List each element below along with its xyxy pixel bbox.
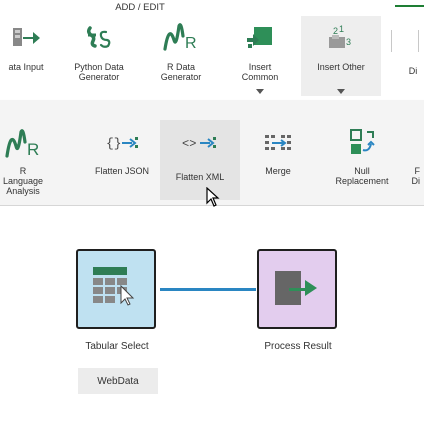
process-result-node[interactable] — [257, 249, 337, 329]
r-icon: R — [146, 22, 216, 52]
svg-text:R: R — [185, 35, 197, 52]
tabular-select-node[interactable] — [76, 249, 156, 329]
svg-text:R: R — [27, 140, 39, 159]
insert-other-label: Insert Other — [317, 62, 365, 72]
json-icon: {} — [86, 128, 158, 158]
di-button[interactable]: Di — [402, 16, 424, 96]
di-label: Di — [408, 66, 418, 76]
flatten-json-label: Flatten JSON — [94, 166, 150, 176]
r-data-generator-label: R Data Generator — [160, 62, 202, 82]
tabular-select-icon — [93, 267, 139, 312]
data-input-button[interactable]: ata Input — [0, 16, 52, 96]
insert-common-label: Insert Common — [241, 62, 279, 82]
process-result-icon — [275, 271, 321, 312]
flatten-json-button[interactable]: {} Flatten JSON — [86, 122, 158, 192]
partial-button[interactable]: F Di — [404, 122, 424, 192]
r-data-generator-button[interactable]: R R Data Generator — [146, 16, 216, 96]
data-input-label: ata Input — [8, 62, 44, 72]
merge-icon — [246, 128, 310, 158]
svg-text:2: 2 — [333, 26, 338, 36]
flatten-xml-label: Flatten XML — [175, 172, 225, 182]
svg-text:3: 3 — [346, 37, 351, 47]
data-input-icon — [0, 22, 52, 52]
ribbon-divider — [391, 30, 392, 52]
svg-text:1: 1 — [339, 24, 344, 34]
python-data-generator-button[interactable]: Python Data Generator — [62, 16, 136, 96]
r-language-analysis-button[interactable]: R R Language Analysis — [0, 122, 46, 196]
tabular-select-label: Tabular Select — [85, 341, 149, 352]
ribbon-accent-line — [395, 5, 424, 7]
insert-other-button[interactable]: 2 1 3 Insert Other — [301, 16, 381, 96]
python-data-generator-label: Python Data Generator — [74, 62, 124, 82]
ribbon-section-title: ADD / EDIT — [115, 2, 165, 13]
python-icon — [62, 22, 136, 52]
workflow-canvas[interactable]: Tabular Select Process Result WebData — [0, 206, 424, 430]
webdata-chip[interactable]: WebData — [78, 368, 158, 394]
insert-common-button[interactable]: Insert Common — [228, 16, 292, 96]
ribbon: ADD / EDIT ata Input Python Data Generat… — [0, 0, 424, 100]
insert-common-icon — [228, 22, 292, 52]
process-result-label: Process Result — [264, 341, 332, 352]
r-language-analysis-label: R Language Analysis — [2, 166, 44, 196]
insert-other-icon: 2 1 3 — [301, 22, 381, 52]
mouse-cursor-icon — [206, 186, 220, 212]
node-connector[interactable] — [160, 288, 256, 291]
xml-icon: <> — [160, 128, 240, 158]
chevron-down-icon[interactable] — [337, 89, 345, 94]
partial-button-label: F Di — [411, 166, 421, 186]
null-replacement-label: Null Replacement — [335, 166, 389, 186]
chevron-down-icon[interactable] — [256, 89, 264, 94]
svg-text:{}: {} — [106, 136, 122, 151]
null-replacement-button[interactable]: Null Replacement — [326, 122, 398, 192]
null-replacement-icon — [326, 128, 398, 158]
r-icon: R — [0, 128, 46, 159]
svg-text:<>: <> — [182, 137, 196, 151]
merge-label: Merge — [265, 166, 291, 176]
flatten-xml-button[interactable]: <> Flatten XML — [160, 120, 240, 200]
merge-button[interactable]: Merge — [246, 122, 310, 192]
